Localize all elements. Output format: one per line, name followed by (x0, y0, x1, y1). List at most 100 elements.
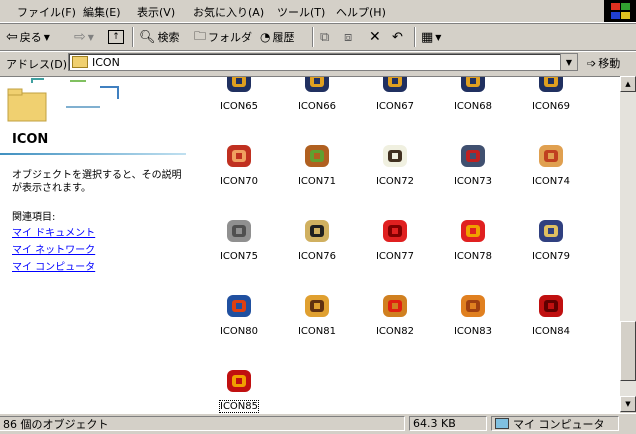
status-location-label: マイ コンピュータ (513, 417, 605, 431)
status-object-count: 86 個のオブジェクト (0, 416, 405, 431)
undo-button[interactable]: ↶ (392, 27, 403, 47)
file-icon-item[interactable]: ICON85 (200, 364, 278, 413)
file-icon-item[interactable]: ICON84 (512, 289, 590, 364)
copy-to-button[interactable]: ⧈ (344, 27, 352, 47)
go-label: 移動 (598, 57, 621, 70)
folders-button[interactable]: 🗀 フォルダ (194, 27, 252, 47)
satsu-kanji-icon (535, 289, 567, 321)
hamburger-icon (301, 139, 333, 171)
file-icon-item[interactable]: ICON78 (434, 214, 512, 289)
up-folder-button[interactable]: ↑ (108, 27, 124, 47)
crystal-icon (457, 289, 489, 321)
scroll-up-button[interactable]: ▲ (620, 76, 636, 92)
file-icon-label: ICON79 (531, 251, 570, 262)
file-icon-item[interactable]: ICON74 (512, 139, 590, 214)
file-icon-label: ICON81 (297, 326, 336, 337)
p-satsu-kanji-icon (223, 364, 255, 396)
toolbar-separator (132, 27, 134, 47)
file-icon-label: ICON76 (297, 251, 336, 262)
file-icon-item[interactable]: ICON80 (200, 289, 278, 364)
file-icon-item[interactable]: ICON76 (278, 214, 356, 289)
arrow-down-icon: ▼ (625, 400, 631, 408)
chevron-down-icon: ▼ (565, 57, 573, 67)
menu-tools[interactable]: ツール(T) (277, 4, 325, 20)
menu-bar: ファイル(F) 編集(E) 表示(V) お気に入り(A) ツール(T) ヘルプ(… (0, 0, 636, 23)
status-size: 64.3 KB (409, 416, 487, 431)
forward-arrow-icon: ⇨ (74, 29, 86, 45)
file-icon-label: ICON73 (453, 176, 492, 187)
related-links: マイ ドキュメント マイ ネットワーク マイ コンピュータ (12, 222, 95, 273)
file-icon-label: ICON82 (375, 326, 414, 337)
file-icon-item[interactable]: ICON82 (356, 289, 434, 364)
scroll-down-button[interactable]: ▼ (620, 396, 636, 412)
go-arrow-icon: ➩ (587, 56, 597, 70)
address-bar: アドレス(D) ICON ▼ ➩ 移動 (0, 52, 636, 74)
helmet-icon (301, 289, 333, 321)
move-to-button[interactable]: ⧉ (320, 27, 329, 47)
file-icon-label: ICON68 (453, 101, 492, 112)
file-icon-label: ICON72 (375, 176, 414, 187)
bomb-icon (301, 77, 333, 96)
scroll-thumb[interactable] (620, 321, 636, 381)
address-dropdown-button[interactable]: ▼ (560, 54, 577, 70)
file-icon-item[interactable]: ICON79 (512, 214, 590, 289)
file-icon-item[interactable]: ICON65 (200, 77, 278, 139)
bomb-icon (457, 77, 489, 96)
chevron-down-icon: ▼ (87, 32, 94, 42)
file-icon-label: ICON74 (531, 176, 570, 187)
file-icon-item[interactable]: ICON69 (512, 77, 590, 139)
file-icon-label: ICON77 (375, 251, 414, 262)
chevron-down-icon: ▼ (43, 32, 50, 42)
web-view-panel: ICON オブジェクトを選択すると、その説明が表示されます。 関連項目: マイ … (0, 77, 190, 413)
file-icon-item[interactable]: ICON70 (200, 139, 278, 214)
link-my-computer[interactable]: マイ コンピュータ (12, 258, 95, 273)
menu-file[interactable]: ファイル(F) (17, 4, 76, 20)
windows-logo-icon (604, 0, 636, 22)
history-button[interactable]: ◔ 履歴 (260, 27, 294, 47)
bomb-icon (223, 77, 255, 96)
status-bar: 86 個のオブジェクト 64.3 KB マイ コンピュータ (0, 413, 636, 434)
toolbar-separator (312, 27, 314, 47)
file-icon-item[interactable]: ICON72 (356, 139, 434, 214)
address-value: ICON (92, 55, 120, 69)
title-underline (0, 153, 186, 155)
related-heading: 関連項目: (12, 212, 56, 223)
views-button[interactable]: ▦ ▼ (421, 27, 441, 47)
vertical-scrollbar[interactable]: ▲ ▼ (620, 76, 636, 412)
history-icon: ◔ (260, 30, 271, 44)
file-icon-label: ICON65 (219, 101, 258, 112)
file-icon-item[interactable]: ICON68 (434, 77, 512, 139)
ten-kanji-icon (379, 214, 411, 246)
search-button[interactable]: 🔍︎ 検索 (139, 27, 180, 47)
menu-edit[interactable]: 編集(E) (83, 4, 121, 20)
forward-button[interactable]: ⇨ ▼ (74, 27, 94, 47)
file-icon-item[interactable]: ICON67 (356, 77, 434, 139)
file-icon-item[interactable]: ICON75 (200, 214, 278, 289)
search-label: 検索 (157, 31, 180, 44)
menu-help[interactable]: ヘルプ(H) (336, 4, 386, 20)
go-button[interactable]: ➩ 移動 (587, 55, 620, 71)
file-icon-label: ICON80 (219, 326, 258, 337)
move-to-icon: ⧉ (320, 29, 330, 45)
delete-button[interactable]: ✕ (369, 27, 381, 47)
folder-icon (72, 56, 88, 68)
file-icon-item[interactable]: ICON71 (278, 139, 356, 214)
address-input[interactable]: ICON ▼ (68, 53, 578, 71)
link-my-network[interactable]: マイ ネットワーク (12, 241, 95, 256)
link-my-documents[interactable]: マイ ドキュメント (12, 224, 95, 239)
menu-view[interactable]: 表示(V) (137, 4, 175, 20)
file-icon-item[interactable]: ICON81 (278, 289, 356, 364)
robot-icon (457, 139, 489, 171)
folder-title: ICON (12, 132, 49, 147)
toolbar: ⇦ 戻る ▼ ⇨ ▼ ↑ 🔍︎ 検索 🗀 フォルダ ◔ 履歴 ⧉ ⧈ ✕ ↶ ▦… (0, 24, 636, 51)
file-icon-item[interactable]: ICON66 (278, 77, 356, 139)
file-icon-item[interactable]: ICON77 (356, 214, 434, 289)
file-icon-item[interactable]: ICON83 (434, 289, 512, 364)
file-icon-label: ICON84 (531, 326, 570, 337)
folder-graphic-icon (7, 78, 119, 122)
menu-favorites[interactable]: お気に入り(A) (193, 4, 264, 20)
status-location: マイ コンピュータ (491, 416, 619, 431)
back-button[interactable]: ⇦ 戻る ▼ (6, 27, 50, 47)
file-icon-item[interactable]: ICON73 (434, 139, 512, 214)
file-icon-label: ICON67 (375, 101, 414, 112)
